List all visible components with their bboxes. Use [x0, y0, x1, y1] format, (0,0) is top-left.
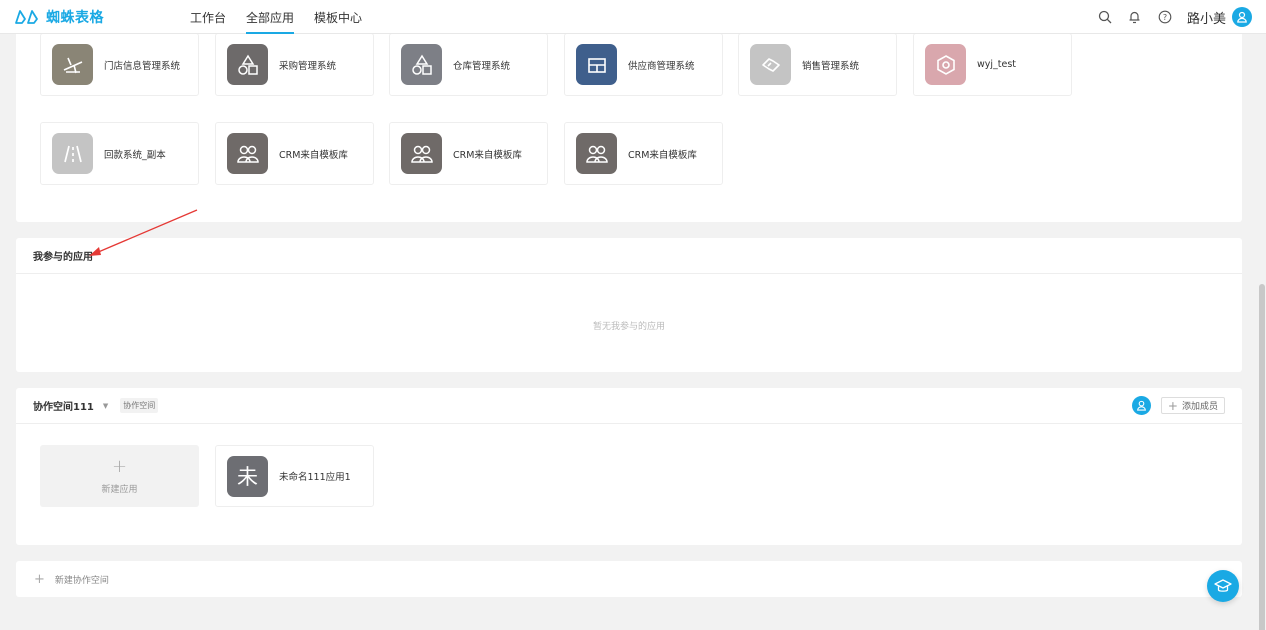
- new-space-label: 新建协作空间: [54, 575, 109, 586]
- brand-name: 蜘蛛表格: [46, 10, 104, 26]
- hexagon-icon: [925, 44, 966, 85]
- logo[interactable]: 蜘蛛表格: [14, 8, 104, 26]
- app-name: 仓库管理系统: [453, 60, 511, 72]
- shapes-icon: [227, 44, 268, 85]
- app-card[interactable]: 门店信息管理系统: [40, 33, 199, 96]
- space-tag: 协作空间: [120, 398, 159, 413]
- app-card[interactable]: 未 未命名111应用1: [215, 445, 374, 507]
- panel-header: 我参与的应用: [16, 238, 1242, 274]
- participated-apps-panel: 我参与的应用 暂无我参与的应用: [16, 238, 1242, 372]
- app-card[interactable]: 回款系统_副本: [40, 122, 199, 185]
- app-name: 销售管理系统: [802, 60, 860, 72]
- app-card[interactable]: 销售管理系统: [738, 33, 897, 96]
- section-title: 我参与的应用: [33, 252, 93, 263]
- help-button[interactable]: [1207, 570, 1239, 602]
- grid-icon: [576, 44, 617, 85]
- main-nav: 工作台 全部应用 模板中心: [190, 0, 382, 34]
- bell-icon[interactable]: [1127, 9, 1143, 25]
- new-space-button[interactable]: + 新建协作空间: [16, 561, 1242, 597]
- new-space-panel[interactable]: + 新建协作空间: [16, 561, 1242, 597]
- app-card[interactable]: 采购管理系统: [215, 33, 374, 96]
- handshake-icon: [750, 44, 791, 85]
- app-letter-icon: 未: [227, 455, 268, 497]
- add-member-button[interactable]: + 添加成员: [1160, 397, 1225, 414]
- app-card[interactable]: CRM来自模板库: [564, 122, 723, 185]
- add-member-label: 添加成员: [1181, 402, 1218, 412]
- app-name: 未命名111应用1: [279, 472, 351, 483]
- member-avatar[interactable]: [1131, 396, 1151, 415]
- space-name[interactable]: 协作空间111: [33, 398, 94, 413]
- shapes-icon: [401, 44, 442, 85]
- app-name: wyj_test: [977, 59, 1017, 70]
- help-icon[interactable]: ?: [1157, 9, 1173, 25]
- panel-header: 协作空间111 ▼ 协作空间: [16, 388, 1242, 424]
- username[interactable]: 路小美: [1187, 8, 1226, 27]
- scrollbar-thumb[interactable]: [1259, 284, 1265, 630]
- nav-workbench[interactable]: 工作台: [190, 0, 226, 34]
- header-actions: ? 路小美: [1083, 0, 1252, 34]
- top-bar: 蜘蛛表格 工作台 全部应用 模板中心 ? 路小美: [0, 0, 1266, 34]
- nav-all-apps[interactable]: 全部应用: [246, 0, 295, 34]
- app-name: CRM来自模板库: [279, 149, 348, 161]
- new-app-button[interactable]: + 新建应用: [40, 445, 199, 507]
- plus-icon: +: [1167, 398, 1178, 413]
- app-name: CRM来自模板库: [453, 149, 522, 161]
- all-apps-panel: 门店信息管理系统 采购管理系统 仓库管理系统 供应商管理系统 销售管理系统 wy…: [16, 33, 1242, 222]
- app-card[interactable]: CRM来自模板库: [215, 122, 374, 185]
- app-card[interactable]: 仓库管理系统: [389, 33, 548, 96]
- logo-mark-icon: [15, 10, 38, 24]
- empty-state: 暂无我参与的应用: [592, 322, 665, 332]
- collaboration-space-panel: 协作空间111 ▼ 协作空间 + 添加成员 + 新建应用 未 未命名111应用1: [16, 388, 1242, 545]
- people-icon: [401, 133, 442, 174]
- user-avatar[interactable]: [1232, 7, 1252, 27]
- people-icon: [227, 133, 268, 174]
- app-card[interactable]: wyj_test: [913, 33, 1072, 96]
- plus-icon: +: [34, 571, 45, 587]
- app-name: 供应商管理系统: [628, 60, 695, 72]
- space-actions: + 添加成员: [1131, 396, 1225, 415]
- plane-icon: [52, 44, 93, 85]
- app-name: CRM来自模板库: [628, 149, 697, 161]
- road-icon: [52, 133, 93, 174]
- new-app-label: 新建应用: [101, 484, 138, 495]
- app-icon-char: 未: [237, 465, 258, 489]
- nav-template-center[interactable]: 模板中心: [314, 0, 362, 34]
- user-icon: [1237, 11, 1247, 23]
- app-name: 回款系统_副本: [104, 149, 166, 161]
- app-name: 门店信息管理系统: [104, 60, 181, 72]
- app-card[interactable]: 供应商管理系统: [564, 33, 723, 96]
- search-icon[interactable]: [1097, 9, 1113, 25]
- caret-down-icon[interactable]: ▼: [103, 402, 108, 410]
- app-name: 采购管理系统: [279, 60, 337, 72]
- app-card[interactable]: CRM来自模板库: [389, 122, 548, 185]
- svg-text:?: ?: [1163, 13, 1167, 22]
- scrollbar-track[interactable]: [1258, 34, 1266, 630]
- people-icon: [576, 133, 617, 174]
- user-icon: [1137, 400, 1146, 411]
- graduation-cap-icon: [1214, 579, 1232, 592]
- plus-icon: +: [111, 455, 128, 477]
